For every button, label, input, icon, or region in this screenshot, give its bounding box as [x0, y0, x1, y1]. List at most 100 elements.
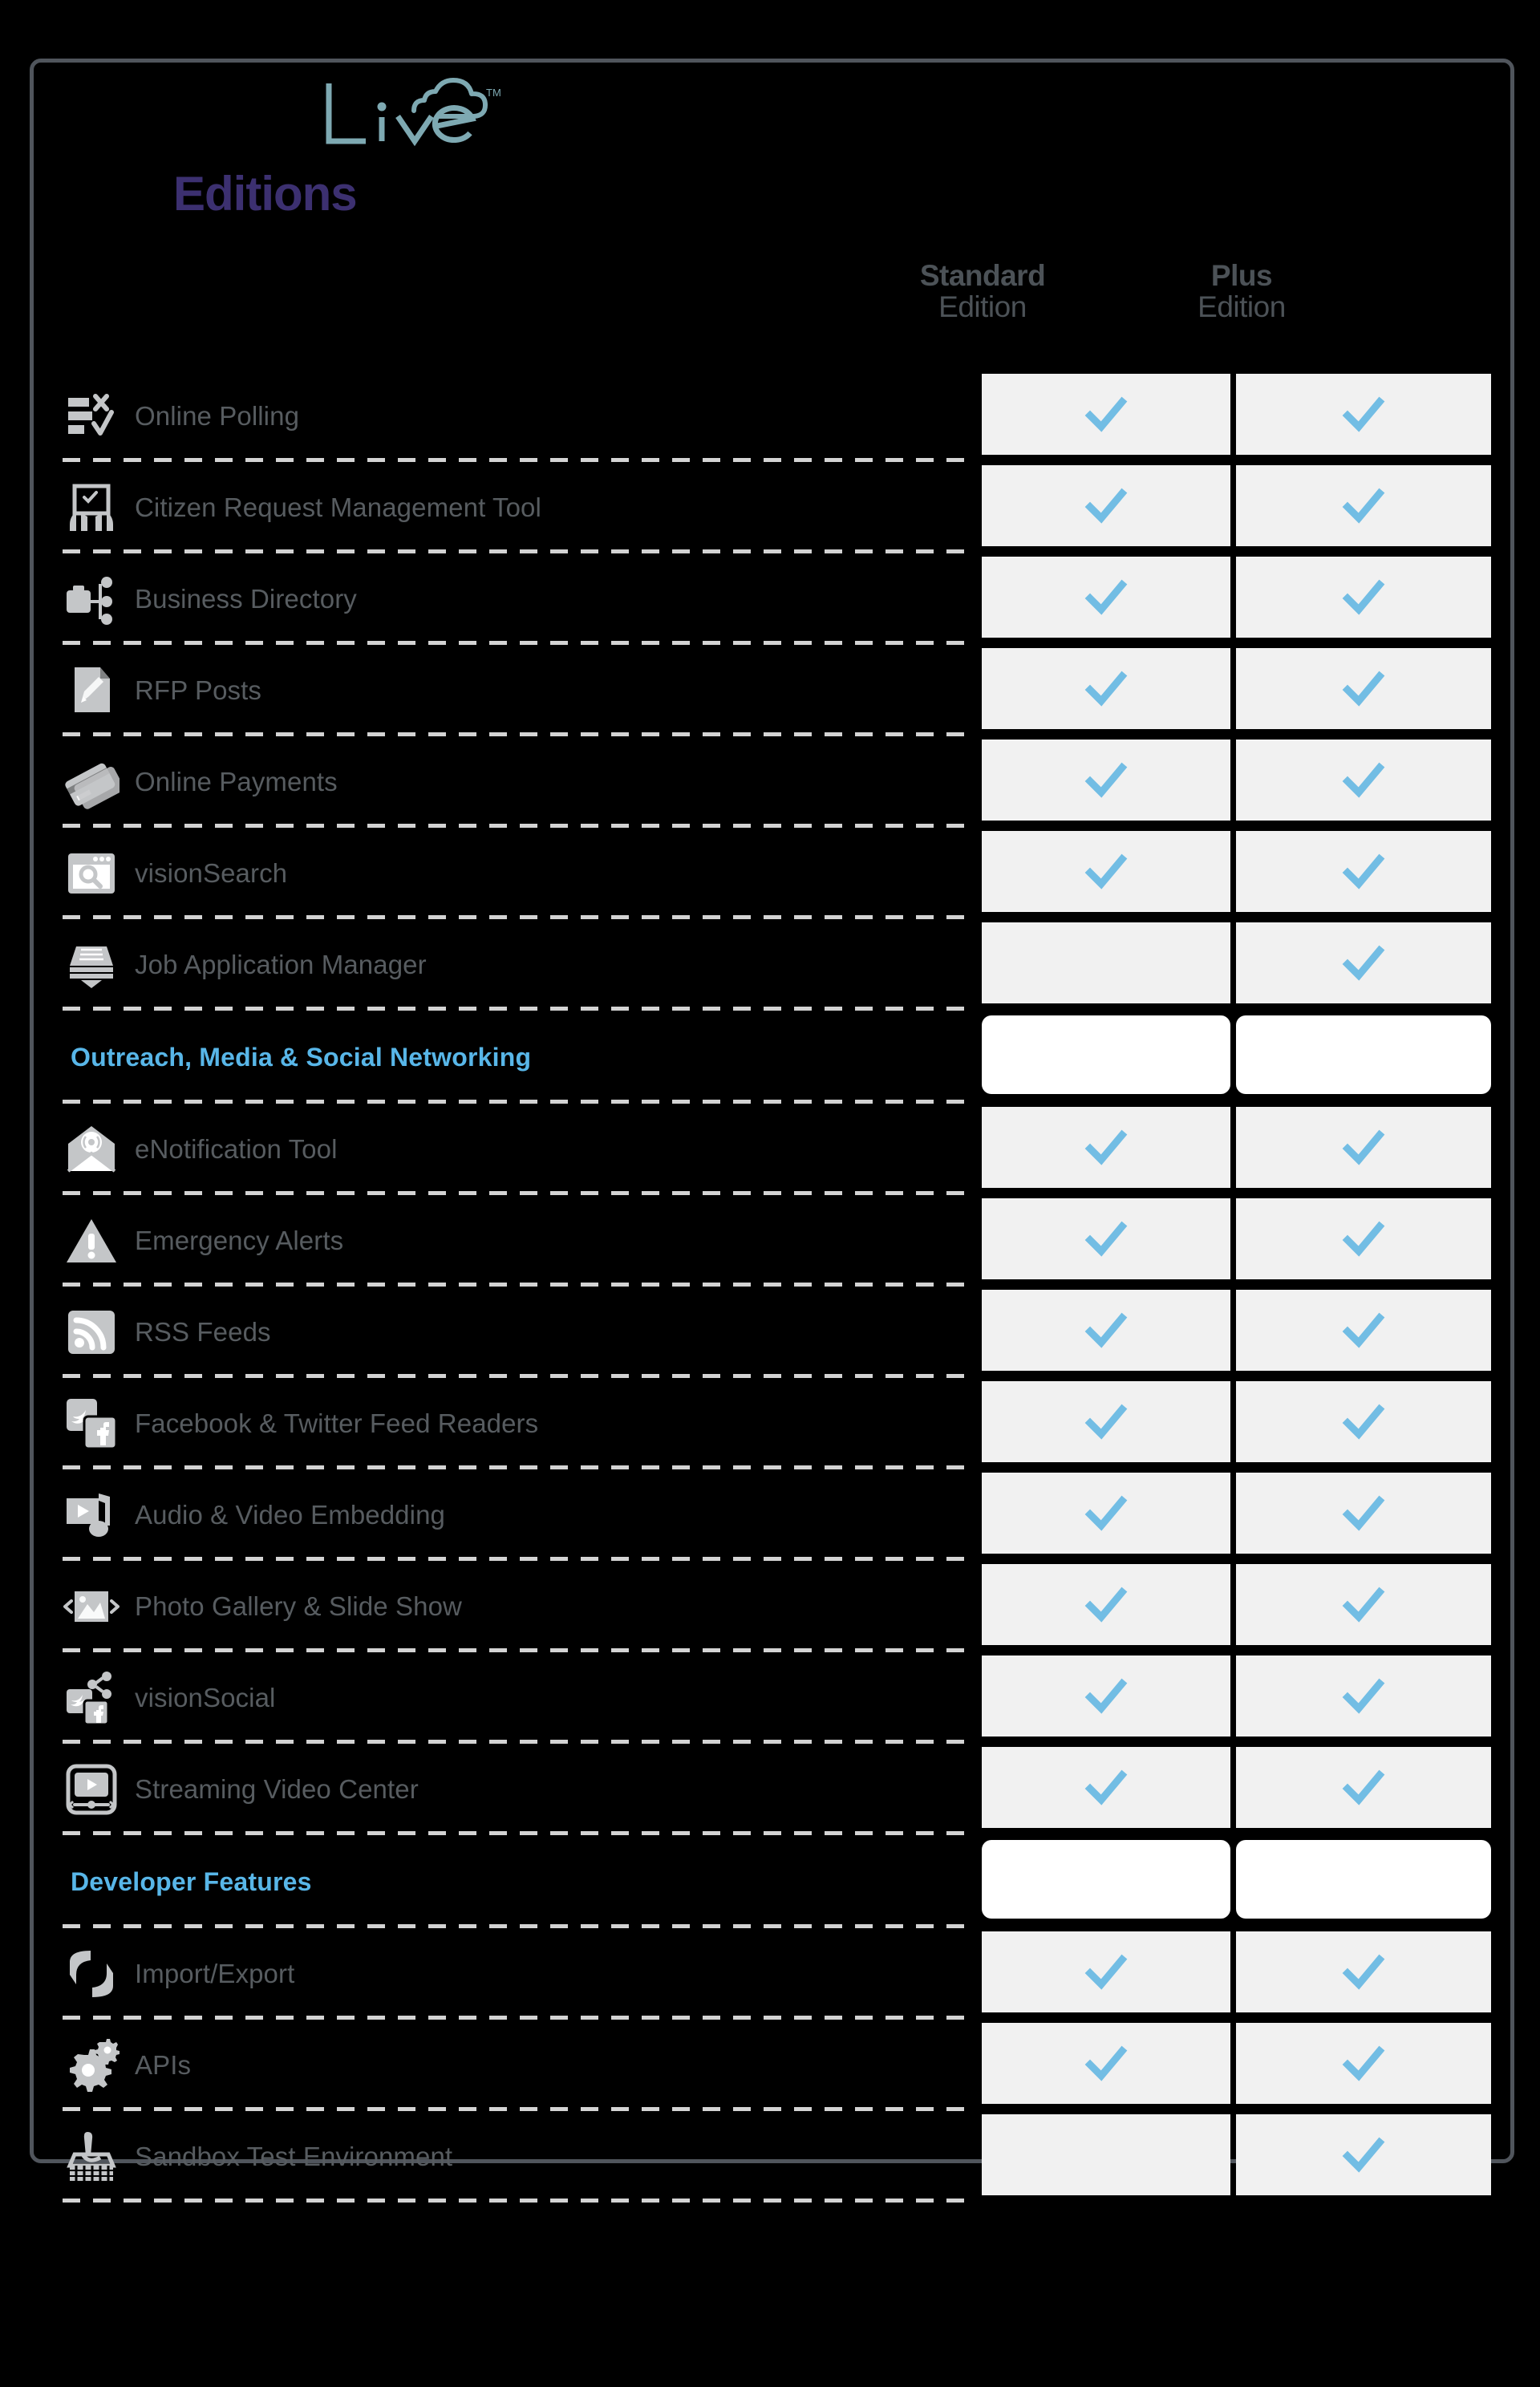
check-icon	[1082, 1672, 1130, 1720]
feature-row: visionSearch	[0, 828, 1540, 919]
import-export-icon	[63, 1945, 120, 2003]
feature-label: RFP Posts	[135, 675, 262, 705]
feature-label: visionSocial	[135, 1683, 276, 1712]
feature-label: Streaming Video Center	[135, 1774, 419, 1804]
feature-cell-plus	[1236, 557, 1491, 638]
feature-cell-plus	[1236, 1656, 1491, 1737]
section-cell-standard	[982, 1015, 1230, 1094]
feature-label: APIs	[135, 2050, 192, 2080]
feature-label-cell: Emergency Alerts	[0, 1195, 971, 1287]
check-icon	[1082, 1398, 1130, 1446]
feature-row: Facebook & Twitter Feed Readers	[0, 1378, 1540, 1469]
feature-label: Online Polling	[135, 401, 300, 431]
feature-row: Streaming Video Center	[0, 1744, 1540, 1835]
feature-cell-standard	[982, 1473, 1230, 1554]
check-icon	[1082, 1307, 1130, 1355]
section-cell-standard	[982, 1840, 1230, 1919]
column-header-standard-line2: Edition	[938, 290, 1027, 323]
feature-label: Online Payments	[135, 767, 338, 796]
feature-row: Job Application Manager	[0, 919, 1540, 1011]
feature-cell-plus	[1236, 1564, 1491, 1645]
feature-cell-plus	[1236, 374, 1491, 455]
column-header-plus: Plus Edition	[1105, 260, 1378, 323]
feature-cell-plus	[1236, 1931, 1491, 2012]
check-icon	[1339, 2040, 1388, 2088]
feature-cell-plus	[1236, 1747, 1491, 1828]
feature-row: RFP Posts	[0, 645, 1540, 736]
feature-cell-plus	[1236, 465, 1491, 546]
check-icon	[1082, 1489, 1130, 1538]
feature-cell-plus	[1236, 1381, 1491, 1462]
check-icon	[1339, 1764, 1388, 1812]
feature-label: Sandbox Test Environment	[135, 2142, 453, 2171]
feature-row: Online Polling	[0, 371, 1540, 462]
feature-cell-plus	[1236, 740, 1491, 821]
rss-feeds-icon	[63, 1303, 120, 1361]
page-title: Editions	[173, 167, 358, 221]
feature-label-cell: Online Payments	[0, 736, 971, 828]
job-application-icon	[63, 936, 120, 994]
column-header-plus-line2: Edition	[1198, 290, 1286, 323]
section-header-label-cell: Developer Features	[0, 1835, 971, 1928]
feature-comparison-table: Online Polling Citizen Request Management…	[0, 371, 1540, 2203]
check-icon	[1339, 1124, 1388, 1172]
check-icon	[1082, 848, 1130, 896]
check-icon	[1339, 1215, 1388, 1263]
check-icon	[1339, 1489, 1388, 1538]
feature-cell-standard	[982, 740, 1230, 821]
feature-cell-standard	[982, 557, 1230, 638]
feature-cell-standard	[982, 1381, 1230, 1462]
feature-cell-plus	[1236, 1473, 1491, 1554]
check-icon	[1339, 665, 1388, 713]
feature-cell-standard	[982, 1656, 1230, 1737]
section-header-title: Developer Features	[71, 1866, 312, 1896]
feature-cell-standard	[982, 922, 1230, 1003]
feature-label: Emergency Alerts	[135, 1226, 344, 1255]
check-icon	[1082, 1581, 1130, 1629]
check-icon	[1082, 1948, 1130, 1996]
feature-cell-standard	[982, 1931, 1230, 2012]
check-icon	[1082, 1215, 1130, 1263]
row-divider	[63, 2199, 967, 2203]
feature-label: Business Directory	[135, 584, 357, 614]
feature-label: Job Application Manager	[135, 950, 427, 979]
feature-row: Import/Export	[0, 1928, 1540, 2020]
feature-label: Citizen Request Management Tool	[135, 492, 541, 522]
feature-label-cell: Business Directory	[0, 553, 971, 645]
citizen-request-icon	[63, 479, 120, 537]
feature-row: Sandbox Test Environment	[0, 2111, 1540, 2203]
section-header-title: Outreach, Media & Social Networking	[71, 1042, 532, 1072]
sandbox-icon	[63, 2128, 120, 2186]
check-icon	[1082, 1124, 1130, 1172]
feature-label-cell: Photo Gallery & Slide Show	[0, 1561, 971, 1652]
feature-cell-standard	[982, 1290, 1230, 1371]
feature-cell-standard	[982, 831, 1230, 912]
feature-label-cell: Audio & Video Embedding	[0, 1469, 971, 1561]
feature-row: Photo Gallery & Slide Show	[0, 1561, 1540, 1652]
audio-video-icon	[63, 1486, 120, 1544]
check-icon	[1339, 1581, 1388, 1629]
apis-icon	[63, 2036, 120, 2094]
check-icon	[1339, 1307, 1388, 1355]
check-icon	[1339, 1398, 1388, 1446]
feature-label-cell: Streaming Video Center	[0, 1744, 971, 1835]
feature-cell-standard	[982, 1107, 1230, 1188]
feature-label-cell: Job Application Manager	[0, 919, 971, 1011]
feature-label-cell: visionSocial	[0, 1652, 971, 1744]
social-feed-readers-icon	[63, 1395, 120, 1453]
feature-label-cell: Citizen Request Management Tool	[0, 462, 971, 553]
vision-search-icon	[63, 845, 120, 902]
check-icon	[1339, 1948, 1388, 1996]
online-polling-icon	[63, 387, 120, 445]
feature-cell-standard	[982, 374, 1230, 455]
feature-row: Online Payments	[0, 736, 1540, 828]
feature-cell-standard	[982, 2023, 1230, 2104]
streaming-video-icon	[63, 1761, 120, 1818]
feature-label-cell: RSS Feeds	[0, 1287, 971, 1378]
column-header-standard-line1: Standard	[919, 259, 1046, 292]
feature-cell-standard	[982, 465, 1230, 546]
feature-cell-standard	[982, 1198, 1230, 1279]
rfp-posts-icon	[63, 662, 120, 719]
section-cell-plus	[1236, 1015, 1491, 1094]
feature-label-cell: APIs	[0, 2020, 971, 2111]
